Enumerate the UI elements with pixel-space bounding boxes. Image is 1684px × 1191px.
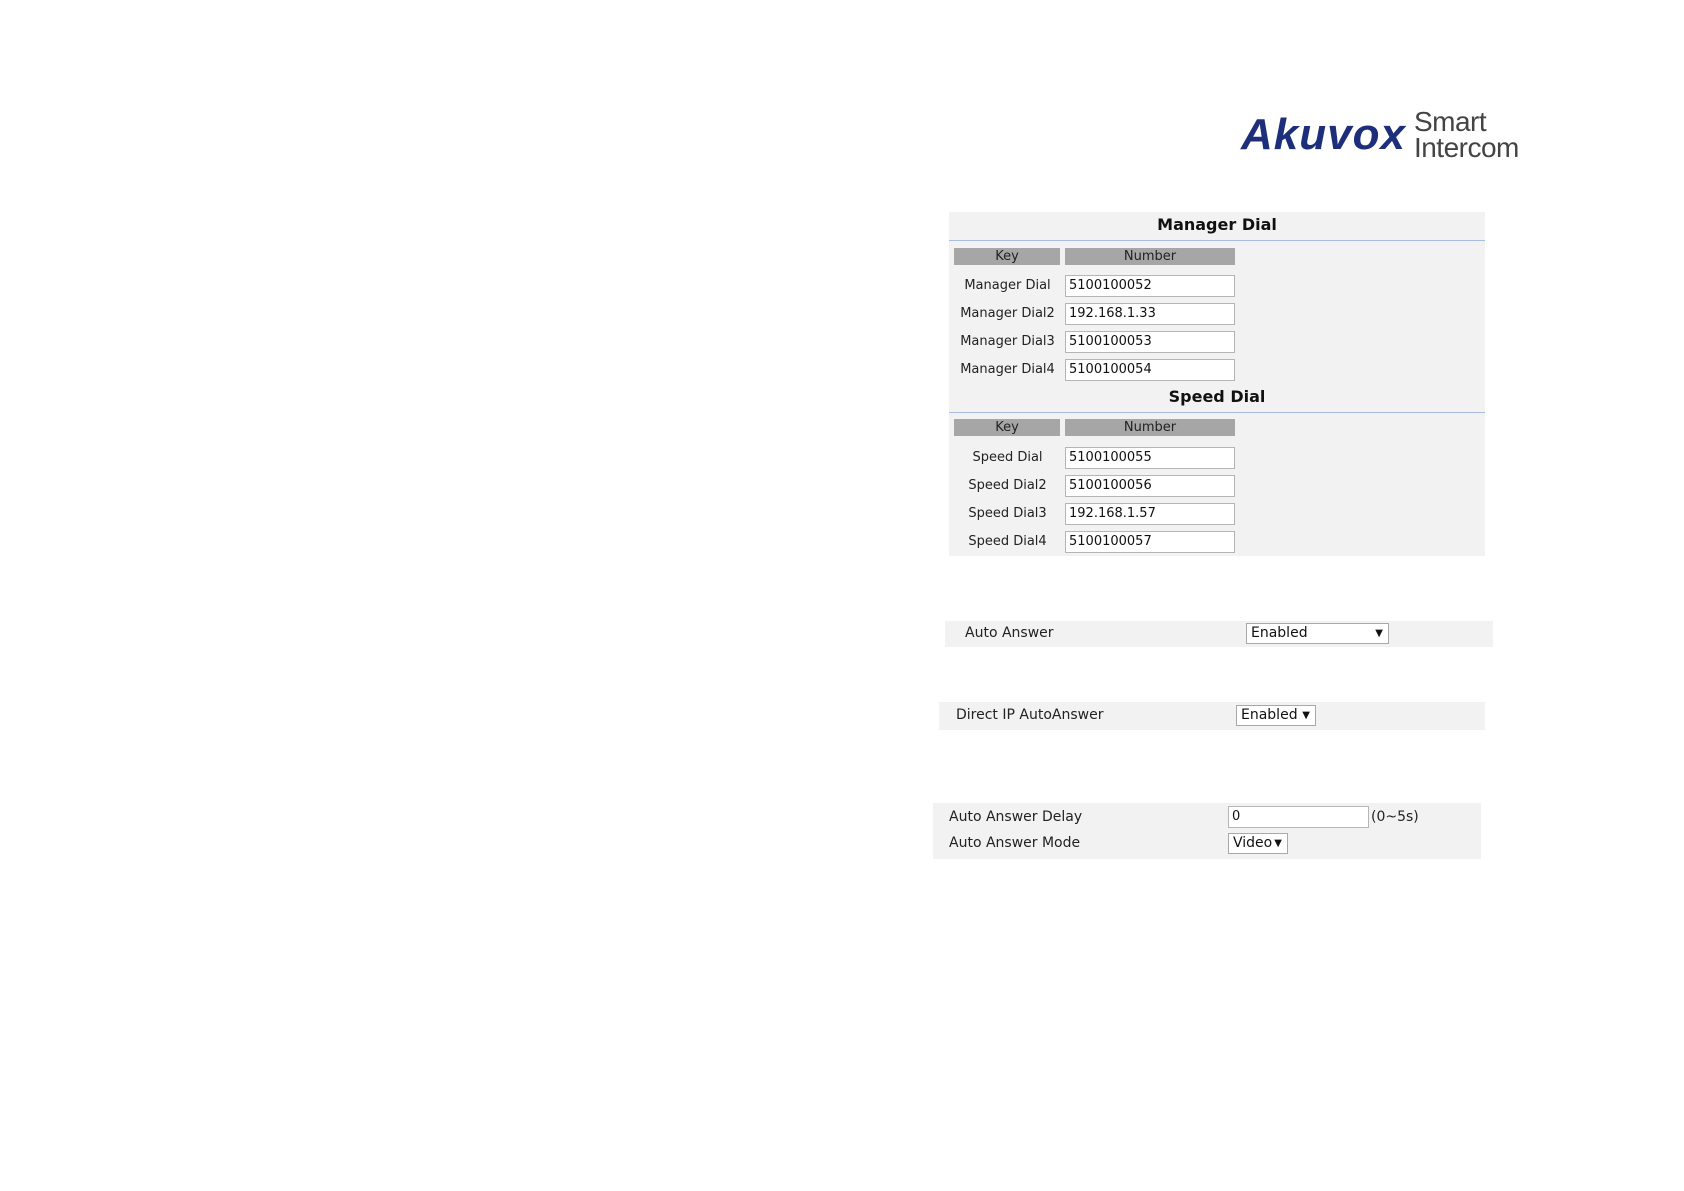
speed-dial-3-label: Speed Dial3 [968,506,1047,521]
auto-answer-mode-value: Video [1233,835,1273,851]
direct-ip-select[interactable]: Enabled ▼ [1236,705,1316,726]
manager-dial-1-label: Manager Dial [964,278,1051,293]
speed-dial-number-header: Number [1065,419,1235,436]
manager-dial-title: Manager Dial [1157,215,1277,234]
manager-dial-1-input[interactable]: 5100100052 [1065,275,1235,297]
chevron-down-icon: ▼ [1302,710,1310,721]
auto-answer-mode-label: Auto Answer Mode [949,835,1081,851]
speed-dial-divider [949,412,1485,413]
auto-answer-settings-panel: Auto Answer Delay 0 (0~5s) Auto Answer M… [933,803,1481,859]
direct-ip-row: Direct IP AutoAnswer Enabled ▼ [939,702,1485,730]
manager-dial-3-input[interactable]: 5100100053 [1065,331,1235,353]
chevron-down-icon: ▼ [1274,838,1282,849]
speed-dial-key-header: Key [954,419,1060,436]
auto-answer-mode-select[interactable]: Video ▼ [1228,833,1288,854]
logo-tagline-line2: Intercom [1413,132,1519,163]
speed-dial-4-input[interactable]: 5100100057 [1065,531,1235,553]
direct-ip-value: Enabled [1241,707,1298,723]
manager-dial-4-label: Manager Dial4 [960,362,1055,377]
auto-answer-value: Enabled [1251,625,1308,641]
speed-dial-3-input[interactable]: 192.168.1.57 [1065,503,1235,525]
auto-answer-delay-input[interactable]: 0 [1228,806,1369,828]
auto-answer-delay-label: Auto Answer Delay [949,809,1083,825]
speed-dial-title: Speed Dial [1168,387,1266,406]
manager-dial-number-header: Number [1065,248,1235,265]
auto-answer-delay-range: (0~5s) [1371,809,1419,825]
chevron-down-icon: ▼ [1375,628,1383,639]
manager-dial-2-label: Manager Dial2 [960,306,1055,321]
manager-dial-2-input[interactable]: 192.168.1.33 [1065,303,1235,325]
auto-answer-label: Auto Answer [965,625,1054,641]
speed-dial-4-label: Speed Dial4 [968,534,1047,549]
logo-brand: Akuvox [1241,110,1406,159]
speed-dial-2-label: Speed Dial2 [968,478,1047,493]
speed-dial-1-label: Speed Dial [972,450,1043,465]
direct-ip-label: Direct IP AutoAnswer [956,707,1104,723]
speed-dial-1-input[interactable]: 5100100055 [1065,447,1235,469]
manager-dial-key-header: Key [954,248,1060,265]
logo-tagline: Smart Intercom [1413,108,1519,163]
auto-answer-row: Auto Answer Enabled ▼ [945,621,1493,647]
manager-dial-3-label: Manager Dial3 [960,334,1055,349]
manager-dial-divider [949,240,1485,241]
akuvox-logo: Akuvox Smart Intercom [1241,104,1519,166]
auto-answer-select[interactable]: Enabled ▼ [1246,623,1389,644]
manager-dial-4-input[interactable]: 5100100054 [1065,359,1235,381]
speed-dial-2-input[interactable]: 5100100056 [1065,475,1235,497]
dial-panel: Manager Dial Key Number Manager Dial 510… [949,212,1485,556]
